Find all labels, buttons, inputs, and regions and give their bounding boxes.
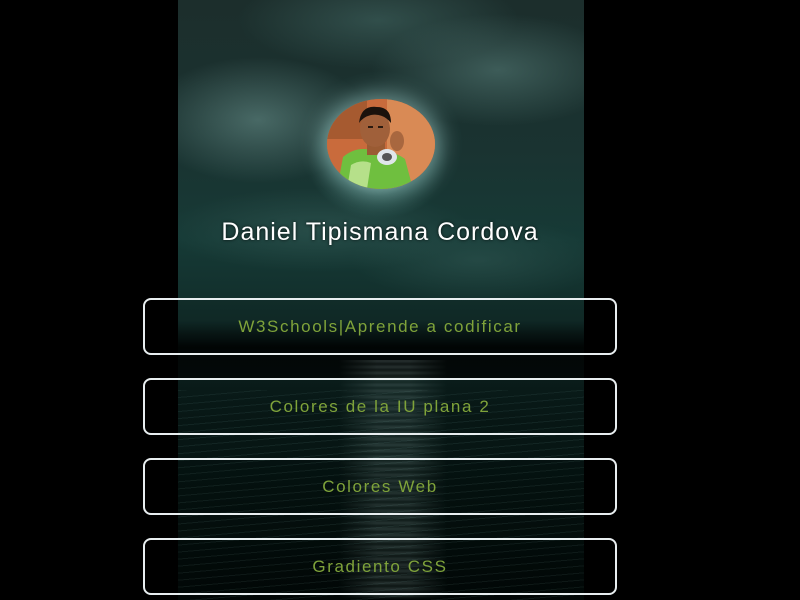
link-button-colores-iu-plana[interactable]: Colores de la IU plana 2 [143,378,617,435]
link-button-colores-web[interactable]: Colores Web [143,458,617,515]
page: Daniel Tipismana Cordova W3Schools|Apren… [0,0,800,600]
avatar [327,99,435,189]
profile-name: Daniel Tipismana Cordova [221,218,539,246]
link-button-w3schools[interactable]: W3Schools|Aprende a codificar [143,298,617,355]
link-button-gradiento-css[interactable]: Gradiento CSS [143,538,617,595]
profile-photo-icon [327,99,435,189]
